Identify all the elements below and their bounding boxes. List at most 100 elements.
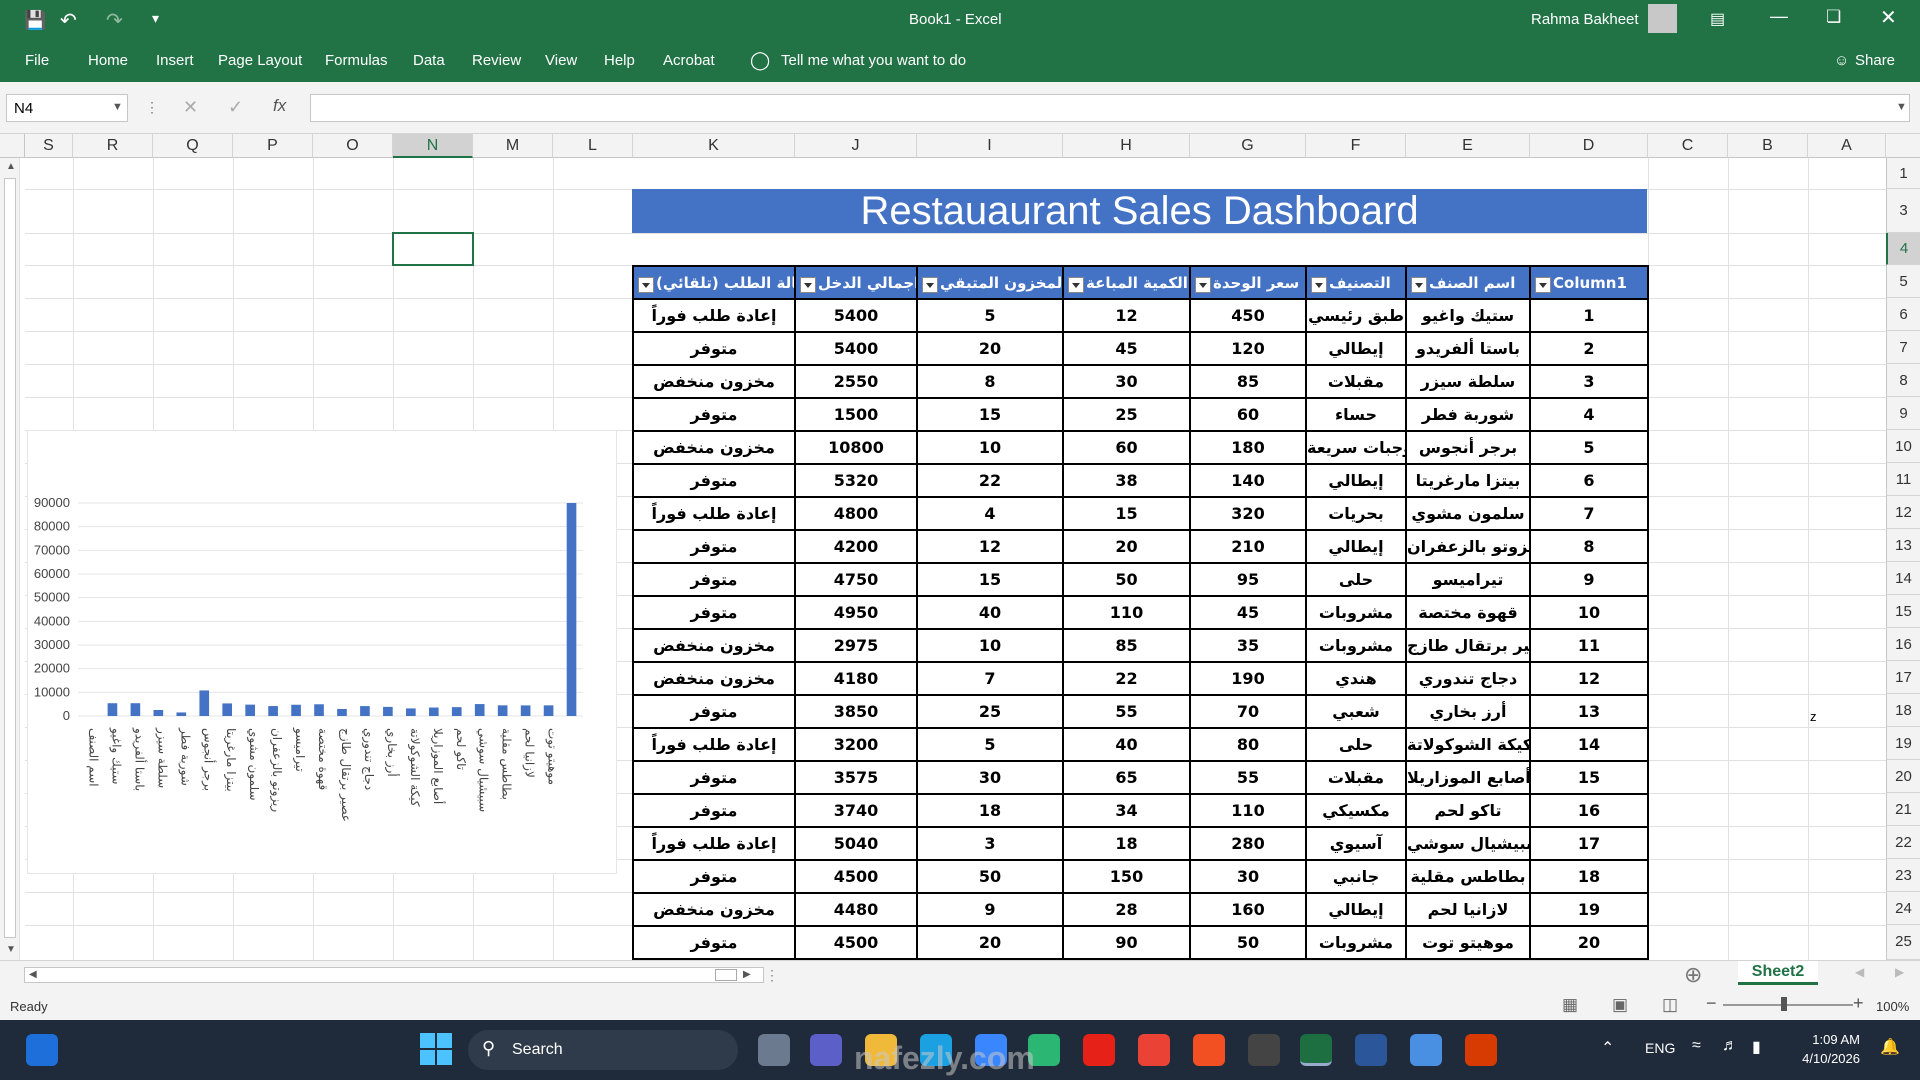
- table-cell[interactable]: متوفر: [632, 463, 796, 498]
- column-header[interactable]: J: [795, 134, 917, 158]
- table-cell[interactable]: مقبلات: [1305, 364, 1407, 399]
- table-cell[interactable]: 5400: [794, 331, 918, 366]
- header-column1[interactable]: Column1: [1529, 265, 1649, 300]
- row-header[interactable]: 23: [1886, 859, 1920, 892]
- tab-file[interactable]: File: [25, 52, 49, 69]
- column-header[interactable]: L: [553, 134, 633, 158]
- chatgpt-icon[interactable]: [1248, 1034, 1280, 1066]
- zoom-slider[interactable]: [1723, 1004, 1853, 1006]
- table-cell[interactable]: 450: [1189, 298, 1307, 333]
- table-cell[interactable]: إيطالي: [1305, 331, 1407, 366]
- column-header[interactable]: G: [1190, 134, 1306, 158]
- table-cell[interactable]: 7: [1529, 496, 1649, 531]
- table-cell[interactable]: برجر أنجوس: [1405, 430, 1531, 465]
- word-icon[interactable]: [1355, 1034, 1387, 1066]
- column-header[interactable]: A: [1808, 134, 1886, 158]
- tab-formulas[interactable]: Formulas: [325, 52, 388, 69]
- confirm-entry-icon[interactable]: ✓: [228, 97, 243, 118]
- column-header[interactable]: P: [233, 134, 313, 158]
- tab-scroll-right-icon[interactable]: ▶: [1895, 965, 1904, 979]
- table-cell[interactable]: شعبي: [1305, 694, 1407, 729]
- tell-me-search[interactable]: Tell me what you want to do: [781, 52, 966, 69]
- table-cell[interactable]: باستا ألفريدو: [1405, 331, 1531, 366]
- tab-home[interactable]: Home: [88, 52, 128, 69]
- select-all-corner[interactable]: [0, 134, 25, 158]
- table-cell[interactable]: 320: [1189, 496, 1307, 531]
- row-header[interactable]: 9: [1886, 397, 1920, 430]
- table-cell[interactable]: 85: [1189, 364, 1307, 399]
- table-cell[interactable]: متوفر: [632, 793, 796, 828]
- table-cell[interactable]: 140: [1189, 463, 1307, 498]
- table-cell[interactable]: 50: [1062, 562, 1191, 597]
- table-cell[interactable]: 2550: [794, 364, 918, 399]
- table-cell[interactable]: 6: [1529, 463, 1649, 498]
- column-header[interactable]: S: [25, 134, 73, 158]
- table-cell[interactable]: مشروبات: [1305, 628, 1407, 663]
- table-cell[interactable]: 20: [916, 925, 1064, 960]
- table-cell[interactable]: عصير برتقال طازج: [1405, 628, 1531, 663]
- powerpoint-icon[interactable]: [1465, 1034, 1497, 1066]
- table-cell[interactable]: 4480: [794, 892, 918, 927]
- clock-time[interactable]: 1:09 AM: [1788, 1032, 1860, 1047]
- filter-dropdown-icon[interactable]: [1195, 277, 1211, 293]
- ribbon-display-icon[interactable]: ▤: [1710, 9, 1725, 29]
- table-cell[interactable]: 28: [1062, 892, 1191, 927]
- insert-function-icon[interactable]: fx: [273, 96, 286, 116]
- row-header[interactable]: 24: [1886, 892, 1920, 925]
- zoom-level[interactable]: 100%: [1876, 999, 1909, 1014]
- copilot-icon[interactable]: [1410, 1034, 1442, 1066]
- column-header[interactable]: O: [313, 134, 393, 158]
- widgets-icon[interactable]: [26, 1034, 58, 1066]
- table-cell[interactable]: متوفر: [632, 562, 796, 597]
- table-cell[interactable]: 160: [1189, 892, 1307, 927]
- column-header[interactable]: C: [1648, 134, 1728, 158]
- formula-input[interactable]: [310, 94, 1910, 122]
- undo-icon[interactable]: ↶: [60, 8, 77, 33]
- notification-icon[interactable]: 🔔: [1880, 1037, 1900, 1057]
- table-cell[interactable]: تاكو لحم: [1405, 793, 1531, 828]
- column-header[interactable]: M: [473, 134, 553, 158]
- table-cell[interactable]: دجاج تندوري: [1405, 661, 1531, 696]
- zoom-slider-thumb[interactable]: [1781, 997, 1787, 1011]
- table-cell[interactable]: 4500: [794, 925, 918, 960]
- header-category[interactable]: التصنيف: [1305, 265, 1407, 300]
- column-header[interactable]: R: [73, 134, 153, 158]
- scroll-right-icon[interactable]: ▶: [743, 969, 751, 980]
- table-cell[interactable]: 22: [916, 463, 1064, 498]
- scroll-left-icon[interactable]: ◀: [29, 969, 37, 980]
- table-cell[interactable]: سبيشيال سوشي: [1405, 826, 1531, 861]
- table-cell[interactable]: مخزون منخفض: [632, 628, 796, 663]
- wifi-icon[interactable]: ≈: [1692, 1037, 1701, 1055]
- row-header[interactable]: 3: [1886, 189, 1920, 233]
- page-break-view-icon[interactable]: ◫: [1662, 995, 1678, 1015]
- table-cell[interactable]: 35: [1189, 628, 1307, 663]
- table-cell[interactable]: 3740: [794, 793, 918, 828]
- table-cell[interactable]: 70: [1189, 694, 1307, 729]
- table-cell[interactable]: متوفر: [632, 331, 796, 366]
- table-cell[interactable]: 120: [1189, 331, 1307, 366]
- table-cell[interactable]: 4180: [794, 661, 918, 696]
- row-header[interactable]: 16: [1886, 628, 1920, 661]
- customize-quick-access-icon[interactable]: ▾: [152, 10, 159, 27]
- table-cell[interactable]: 210: [1189, 529, 1307, 564]
- column-header[interactable]: E: [1406, 134, 1530, 158]
- table-cell[interactable]: متوفر: [632, 760, 796, 795]
- table-cell[interactable]: 17: [1529, 826, 1649, 861]
- table-cell[interactable]: 4950: [794, 595, 918, 630]
- vertical-scrollbar[interactable]: ▲ ▼: [0, 158, 20, 960]
- revenue-chart[interactable]: 90000 80000 70000 60000 50000 40000 30000 20000…: [27, 430, 617, 874]
- header-total-revenue[interactable]: اجمالي الدخل: [794, 265, 918, 300]
- table-cell[interactable]: 7: [916, 661, 1064, 696]
- table-cell[interactable]: 180: [1189, 430, 1307, 465]
- table-cell[interactable]: 38: [1062, 463, 1191, 498]
- page-layout-view-icon[interactable]: ▣: [1612, 995, 1628, 1015]
- table-cell[interactable]: 20: [916, 331, 1064, 366]
- row-header[interactable]: 19: [1886, 727, 1920, 760]
- table-cell[interactable]: سلطة سيزر: [1405, 364, 1531, 399]
- table-cell[interactable]: 2975: [794, 628, 918, 663]
- table-cell[interactable]: إعادة طلب فوراً: [632, 826, 796, 861]
- clock-date[interactable]: 4/10/2026: [1788, 1051, 1860, 1066]
- filter-dropdown-icon[interactable]: [800, 277, 816, 293]
- user-name[interactable]: Rahma Bakheet: [1531, 11, 1639, 28]
- filter-dropdown-icon[interactable]: [922, 277, 938, 293]
